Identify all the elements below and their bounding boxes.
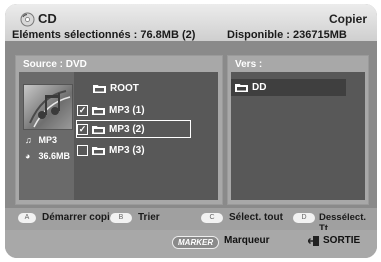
page-title: CD xyxy=(38,11,57,26)
sort-label[interactable]: Trier xyxy=(138,212,160,223)
tree-item-label: MP3 (2) xyxy=(109,123,145,135)
tree-item-mp3-3[interactable]: MP3 (3) xyxy=(77,142,145,158)
disc-icon xyxy=(20,12,35,27)
music-thumbnail xyxy=(23,84,73,130)
preview-column: ♫ MP3 ◕ 36.6MB xyxy=(19,72,74,200)
checkbox-unchecked[interactable] xyxy=(77,144,88,156)
key-d-button[interactable]: D xyxy=(293,213,315,223)
osd-window: CD Copier Eléments sélectionnés : 76.8MB… xyxy=(5,4,377,258)
key-a-button[interactable]: A xyxy=(18,213,36,223)
key-c-button[interactable]: C xyxy=(201,213,223,223)
file-size: ◕ 36.6MB xyxy=(25,151,70,161)
disc-size-icon: ◕ xyxy=(25,151,31,161)
tree-item-root[interactable]: ROOT xyxy=(93,80,139,96)
source-label: Source : DVD xyxy=(23,59,87,70)
folder-icon xyxy=(92,125,105,134)
folder-icon xyxy=(93,84,106,93)
title-bar: CD Copier Eléments sélectionnés : 76.8MB… xyxy=(5,4,377,41)
marker-key[interactable]: MARKER xyxy=(172,236,220,249)
checkbox-checked[interactable]: ✓ xyxy=(77,123,88,135)
destination-item-label: DD xyxy=(252,82,267,93)
select-all-label[interactable]: Sélect. tout xyxy=(229,212,283,223)
file-size-label: 36.6MB xyxy=(38,151,71,161)
tree-item-mp3-1[interactable]: ✓ MP3 (1) xyxy=(77,102,145,118)
menu-name: Copier xyxy=(328,12,367,26)
destination-list: DD xyxy=(231,72,365,200)
tree-item-mp3-2[interactable]: ✓ MP3 (2) xyxy=(76,120,191,138)
selected-info: Eléments sélectionnés : 76.8MB (2) xyxy=(12,29,196,41)
source-panel: Source : DVD ♫ MP3 ◕ 36.6MB ROOT ✓ MP3 (… xyxy=(15,55,223,205)
start-copy-label[interactable]: Démarrer copie xyxy=(42,212,115,223)
folder-icon xyxy=(92,146,105,155)
tree-item-label: MP3 (1) xyxy=(109,104,145,116)
available-info: Disponible : 236715MB xyxy=(227,29,347,41)
file-type: ♫ MP3 xyxy=(25,135,57,145)
destination-panel: Vers : DD xyxy=(227,55,369,205)
folder-icon xyxy=(235,83,248,92)
folder-icon xyxy=(92,106,105,115)
exit-label[interactable]: SORTIE xyxy=(323,235,360,246)
footer-bar: MARKER Marqueur SORTIE xyxy=(5,230,377,258)
key-b-button[interactable]: B xyxy=(110,213,132,223)
music-note-icon: ♫ xyxy=(25,135,32,145)
destination-item-dd[interactable]: DD xyxy=(231,79,346,96)
tree-item-label: MP3 (3) xyxy=(109,144,145,156)
file-type-label: MP3 xyxy=(38,135,58,145)
color-button-bar: A Démarrer copie B Trier C Sélect. tout … xyxy=(5,208,377,234)
destination-label: Vers : xyxy=(235,59,263,70)
checkbox-checked[interactable]: ✓ xyxy=(77,104,88,116)
marker-label[interactable]: Marqueur xyxy=(224,235,270,246)
tree-item-label: ROOT xyxy=(110,82,139,94)
exit-icon xyxy=(308,236,319,246)
source-list: ♫ MP3 ◕ 36.6MB ROOT ✓ MP3 (1) ✓ MP3 (2) … xyxy=(19,72,218,200)
